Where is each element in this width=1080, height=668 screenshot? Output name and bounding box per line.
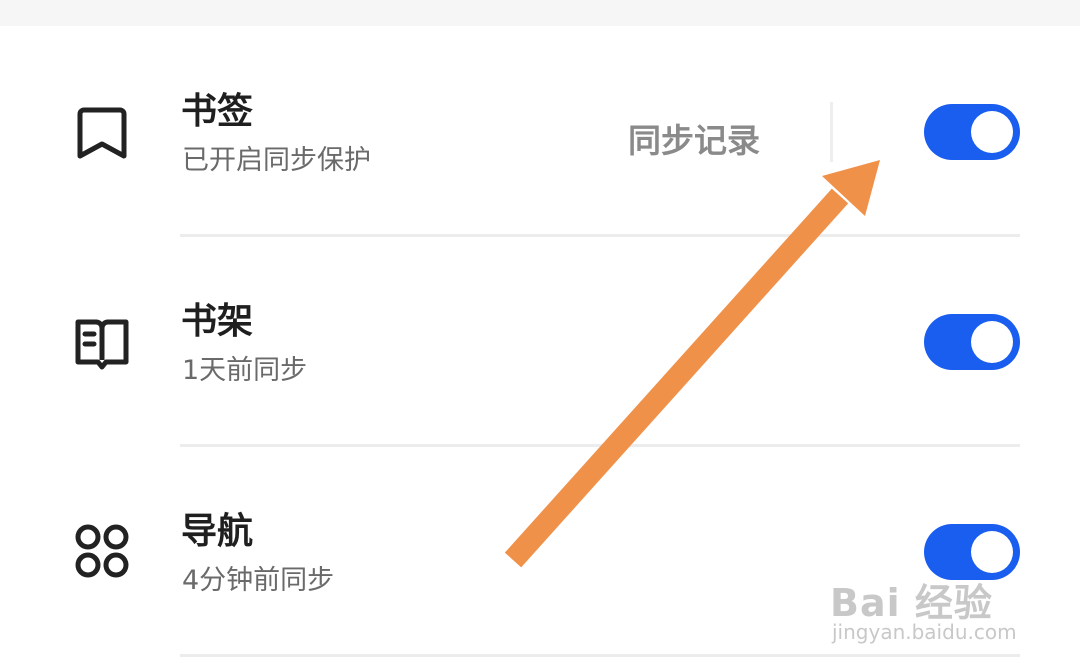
toggle-knob — [971, 321, 1013, 363]
vertical-separator — [830, 102, 833, 162]
setting-subtitle: 已开启同步保护 — [182, 145, 371, 176]
bookmarks-toggle[interactable] — [924, 104, 1020, 160]
watermark-logo: Bai 经验 — [830, 581, 993, 625]
toggle-knob — [971, 531, 1013, 573]
sync-record-link[interactable]: 同步记录 — [628, 114, 760, 162]
settings-row-bookmarks[interactable]: 书签 已开启同步保护 — [0, 26, 1080, 236]
setting-subtitle: 4分钟前同步 — [182, 565, 335, 596]
bookmark-icon — [77, 107, 127, 159]
bookshelf-toggle[interactable] — [924, 314, 1020, 370]
setting-title: 导航 — [181, 511, 254, 552]
watermark-url: jingyan.baidu.com — [832, 620, 1017, 644]
divider — [180, 654, 1020, 657]
setting-title: 书签 — [181, 91, 254, 132]
bookshelf-icon — [75, 319, 129, 370]
navigation-grid-icon — [75, 524, 129, 578]
setting-subtitle: 1天前同步 — [182, 355, 308, 386]
toggle-knob — [971, 111, 1013, 153]
top-bar — [0, 0, 1080, 26]
settings-row-bookshelf[interactable]: 书架 1天前同步 — [0, 236, 1080, 446]
watermark: Bai 经验 jingyan.baidu.com — [830, 572, 1040, 652]
setting-title: 书架 — [181, 301, 254, 342]
